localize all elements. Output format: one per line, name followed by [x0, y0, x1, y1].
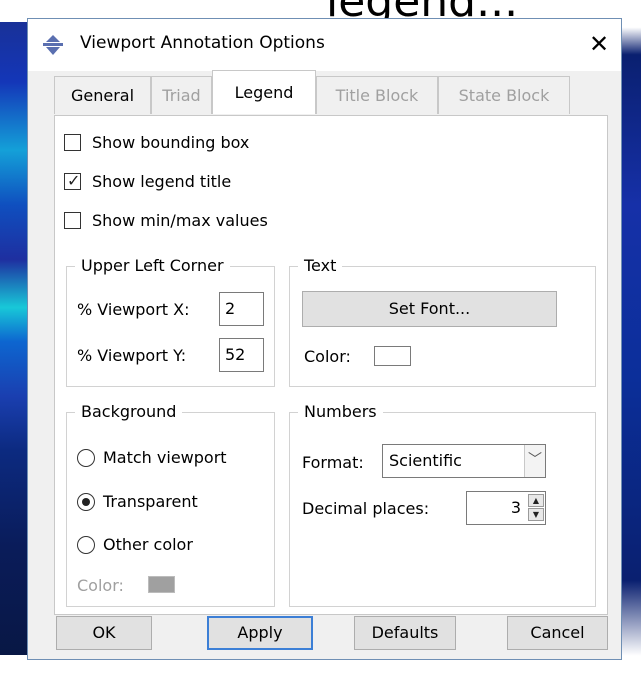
chevron-down-icon[interactable]: ﹀ [524, 445, 545, 477]
radio-label: Other color [103, 535, 193, 554]
format-select[interactable]: Scientific ﹀ [382, 444, 546, 478]
checkbox-label: Show legend title [92, 172, 232, 191]
spin-up-icon[interactable]: ▲ [528, 494, 544, 507]
radio-circle[interactable] [77, 536, 95, 554]
app-icon [43, 35, 63, 55]
radio-circle[interactable] [77, 493, 95, 511]
tab-triad[interactable]: Triad [151, 76, 212, 114]
group-title: Upper Left Corner [75, 256, 230, 275]
radio-selected-dot [82, 498, 90, 506]
spinner-buttons: ▲ ▼ [528, 494, 544, 522]
tab-general[interactable]: General [54, 76, 151, 114]
background-color-label: Color: [77, 576, 124, 595]
viewport-y-input[interactable]: 52 [219, 338, 264, 372]
checkbox-label: Show bounding box [92, 133, 250, 152]
numbers-group: Numbers Format: Scientific ﹀ Decimal pla… [289, 402, 596, 607]
group-title: Text [298, 256, 343, 275]
decimal-places-spinner[interactable]: 3 ▲ ▼ [466, 491, 546, 525]
decimal-places-label: Decimal places: [302, 499, 430, 518]
defaults-button[interactable]: Defaults [354, 616, 456, 650]
radio-label: Match viewport [103, 448, 227, 467]
spin-down-icon[interactable]: ▼ [528, 508, 544, 521]
decimal-places-value: 3 [510, 498, 521, 517]
background-white-patch [0, 0, 27, 22]
viewport-x-input[interactable]: 2 [219, 292, 264, 326]
apply-button[interactable]: Apply [207, 616, 313, 650]
checkbox-box[interactable] [64, 134, 81, 151]
background-color-swatch [148, 576, 175, 593]
legend-tab-panel: Show bounding box ✓ Show legend title Sh… [54, 115, 608, 615]
tab-title-block[interactable]: Title Block [316, 76, 438, 114]
viewport-y-label: % Viewport Y: [77, 346, 187, 365]
cancel-button[interactable]: Cancel [507, 616, 608, 650]
checkbox-box[interactable] [64, 212, 81, 229]
background-viewport-left [0, 0, 27, 683]
checkmark-icon: ✓ [67, 171, 81, 190]
ok-button[interactable]: OK [56, 616, 152, 650]
upper-left-corner-group: Upper Left Corner % Viewport X: 2 % View… [66, 256, 275, 387]
radio-circle[interactable] [77, 449, 95, 467]
close-icon[interactable]: ✕ [584, 29, 614, 59]
text-color-label: Color: [304, 347, 351, 366]
viewport-annotation-options-dialog: Viewport Annotation Options ✕ General Tr… [27, 18, 622, 660]
tab-legend[interactable]: Legend [212, 70, 316, 114]
background-viewport-right [622, 0, 641, 683]
viewport-x-label: % Viewport X: [77, 300, 190, 319]
checkbox-label: Show min/max values [92, 211, 268, 230]
group-title: Background [75, 402, 183, 421]
checkbox-box[interactable]: ✓ [64, 171, 81, 190]
tab-state-block[interactable]: State Block [438, 76, 570, 114]
window-title: Viewport Annotation Options [80, 33, 325, 53]
format-selected-value: Scientific [389, 451, 462, 470]
group-title: Numbers [298, 402, 383, 421]
text-group: Text Set Font... Color: [289, 256, 596, 387]
background-group: Background Match viewport Transparent Ot… [66, 402, 275, 607]
radio-label: Transparent [103, 492, 198, 511]
text-color-swatch[interactable] [374, 346, 411, 366]
format-label: Format: [302, 453, 364, 472]
title-bar[interactable]: Viewport Annotation Options ✕ [28, 19, 621, 71]
set-font-button[interactable]: Set Font... [302, 291, 557, 327]
background-white-patch [0, 655, 27, 683]
